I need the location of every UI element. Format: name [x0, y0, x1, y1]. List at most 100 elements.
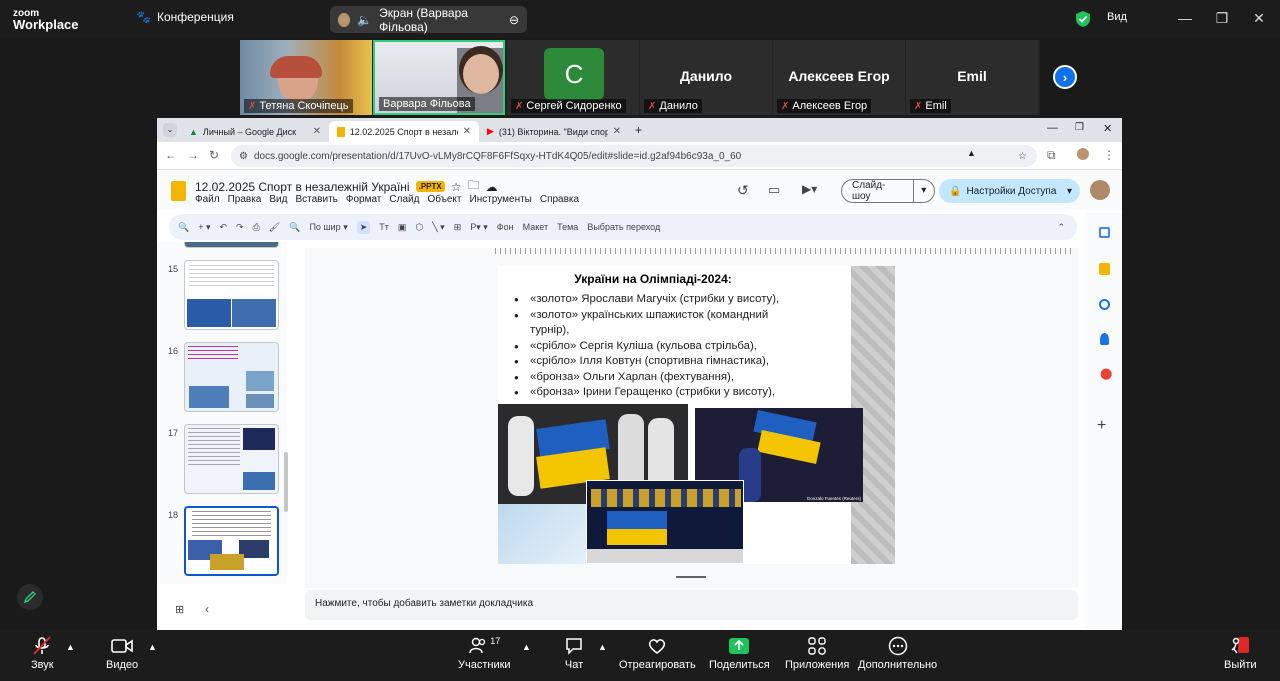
menu-view[interactable]: Вид: [269, 194, 287, 205]
line-icon[interactable]: ╲ ▾: [432, 222, 444, 233]
chevron-up-icon[interactable]: ▲: [598, 642, 607, 652]
print-icon[interactable]: ⎙: [253, 222, 260, 233]
participant-tile[interactable]: Алексеев Егор ✗ Алексеев Егор: [773, 40, 905, 115]
maps-icon[interactable]: ⬤: [1100, 367, 1112, 380]
background-button[interactable]: Фон: [497, 222, 514, 232]
slide-thumbnail[interactable]: [184, 342, 279, 412]
shape-icon[interactable]: ⬡: [415, 222, 423, 233]
participant-tile[interactable]: Emil ✗ Emil: [906, 40, 1038, 115]
slide-thumbnail[interactable]: [184, 260, 279, 330]
comments-icon[interactable]: ▭: [768, 182, 780, 198]
zoom-icon[interactable]: 🔍: [289, 222, 300, 233]
theme-button[interactable]: Тема: [557, 222, 578, 232]
menu-file[interactable]: Файл: [195, 194, 220, 205]
contacts-icon[interactable]: [1100, 333, 1109, 345]
security-shield-icon[interactable]: [1075, 10, 1091, 33]
restore-icon[interactable]: ❐: [1207, 6, 1237, 30]
close-tab-icon[interactable]: ✕: [463, 126, 471, 137]
text-box-icon[interactable]: Tт: [379, 222, 389, 232]
filmstrip-scrollbar[interactable]: [284, 452, 288, 512]
video-button[interactable]: Видео: [106, 636, 138, 671]
chevron-down-icon[interactable]: ▾: [912, 179, 934, 203]
menu-slide[interactable]: Слайд: [389, 194, 419, 205]
slides-logo-icon[interactable]: [171, 181, 186, 201]
new-tab-icon[interactable]: +: [635, 123, 642, 137]
audio-button[interactable]: Звук: [31, 636, 54, 671]
close-icon[interactable]: ✕: [1244, 6, 1274, 30]
text-style-icon[interactable]: P▾ ▾: [470, 222, 488, 233]
browser-menu-icon[interactable]: ⋮: [1103, 148, 1115, 162]
participant-tile-active[interactable]: Варвара Фільова: [373, 40, 505, 115]
bookmark-star-icon[interactable]: ☆: [1018, 151, 1027, 162]
current-slide[interactable]: України на Олімпіаді-2024: «золото» Ярос…: [498, 266, 895, 564]
menu-object[interactable]: Объект: [427, 194, 461, 205]
reload-icon[interactable]: ↻: [209, 148, 219, 162]
menu-tools[interactable]: Инструменты: [470, 194, 532, 205]
zoom-select[interactable]: По шир ▾: [309, 222, 347, 233]
new-slide-icon[interactable]: + ▾: [198, 222, 210, 233]
history-icon[interactable]: ↺: [737, 182, 749, 199]
tab-google-drive[interactable]: ▲ Личный – Google Диск ✕: [181, 121, 329, 142]
forward-icon[interactable]: →: [187, 148, 199, 162]
share-access-button[interactable]: 🔒 Настройки Доступа ▾: [939, 179, 1080, 203]
chevron-down-icon[interactable]: ▾: [1067, 186, 1072, 197]
transition-button[interactable]: Выбрать переход: [587, 222, 660, 232]
url-field[interactable]: ⚙ docs.google.com/presentation/d/17UvO-v…: [231, 145, 1037, 167]
react-button[interactable]: Отреагировать: [619, 636, 696, 671]
resize-handle[interactable]: [676, 576, 706, 578]
gallery-next-button[interactable]: ›: [1053, 65, 1077, 89]
redo-icon[interactable]: ↷: [236, 222, 244, 233]
add-comment-icon[interactable]: ⊞: [454, 222, 462, 233]
back-icon[interactable]: ←: [165, 148, 177, 162]
menu-edit[interactable]: Правка: [228, 194, 262, 205]
tab-youtube[interactable]: ▶ (31) Вікторина. "Види спорту"✕: [479, 121, 629, 142]
more-button[interactable]: Дополнительно: [858, 636, 937, 671]
menu-insert[interactable]: Вставить: [295, 194, 337, 205]
add-addon-icon[interactable]: +: [1097, 417, 1106, 435]
chevron-up-icon[interactable]: ▲: [66, 642, 75, 652]
select-cursor-icon[interactable]: ➤: [356, 220, 371, 234]
menu-format[interactable]: Формат: [346, 194, 382, 205]
participant-tile[interactable]: Данило ✗ Данило: [640, 40, 772, 115]
keep-icon[interactable]: [1099, 263, 1110, 275]
apps-button[interactable]: Приложения: [785, 636, 849, 671]
search-menus-icon[interactable]: 🔍: [178, 222, 189, 233]
minimize-icon[interactable]: —: [1170, 6, 1200, 30]
slide-thumbnail[interactable]: [184, 242, 279, 248]
undo-icon[interactable]: ↶: [220, 222, 228, 233]
share-screen-button[interactable]: Поделиться: [709, 636, 770, 671]
tab-search-icon[interactable]: ⌄: [163, 123, 177, 137]
menu-help[interactable]: Справка: [540, 194, 579, 205]
user-avatar[interactable]: [1090, 180, 1110, 200]
slide-thumbnail[interactable]: [184, 424, 279, 494]
restore-icon[interactable]: ❐: [1075, 122, 1084, 133]
slide-thumbnail-selected[interactable]: [184, 506, 279, 576]
participant-tile[interactable]: С ✗ Сергей Сидоренко: [507, 40, 639, 115]
more-icon[interactable]: ⊖: [509, 13, 519, 27]
image-icon[interactable]: ▣: [398, 222, 407, 233]
speaker-notes[interactable]: Нажмите, чтобы добавить заметки докладчи…: [305, 590, 1078, 620]
site-info-icon[interactable]: ⚙: [239, 151, 248, 162]
grid-view-icon[interactable]: ⊞: [175, 603, 184, 616]
chevron-up-icon[interactable]: ▲: [148, 642, 157, 652]
layout-button[interactable]: Макет: [523, 222, 548, 232]
participant-tile[interactable]: ✗ Тетяна Скочіпець: [240, 40, 372, 115]
slideshow-button[interactable]: Слайд-шоу ▾: [841, 179, 935, 203]
profile-avatar[interactable]: [1077, 148, 1089, 160]
minimize-icon[interactable]: —: [1047, 122, 1058, 134]
tab-slides[interactable]: 12.02.2025 Спорт в незалежн✕: [329, 121, 479, 142]
extensions-icon[interactable]: ⧉: [1047, 148, 1056, 163]
leave-button[interactable]: Выйти: [1224, 636, 1257, 671]
paint-format-icon[interactable]: 🖌: [269, 222, 280, 233]
view-button[interactable]: Вид: [1107, 11, 1127, 23]
conference-menu[interactable]: 🐾 Конференция: [136, 10, 234, 24]
collapse-toolbar-icon[interactable]: ⌃: [1057, 222, 1065, 233]
chevron-up-icon[interactable]: ▲: [522, 642, 531, 652]
annotate-pen-button[interactable]: [17, 584, 43, 610]
star-icon[interactable]: ☆: [451, 180, 462, 194]
close-icon[interactable]: ✕: [1103, 122, 1112, 135]
meet-icon[interactable]: ▶▾: [802, 182, 817, 196]
participants-button[interactable]: 17 Участники: [458, 636, 511, 671]
tasks-icon[interactable]: [1099, 299, 1110, 310]
close-tab-icon[interactable]: ✕: [613, 126, 621, 137]
